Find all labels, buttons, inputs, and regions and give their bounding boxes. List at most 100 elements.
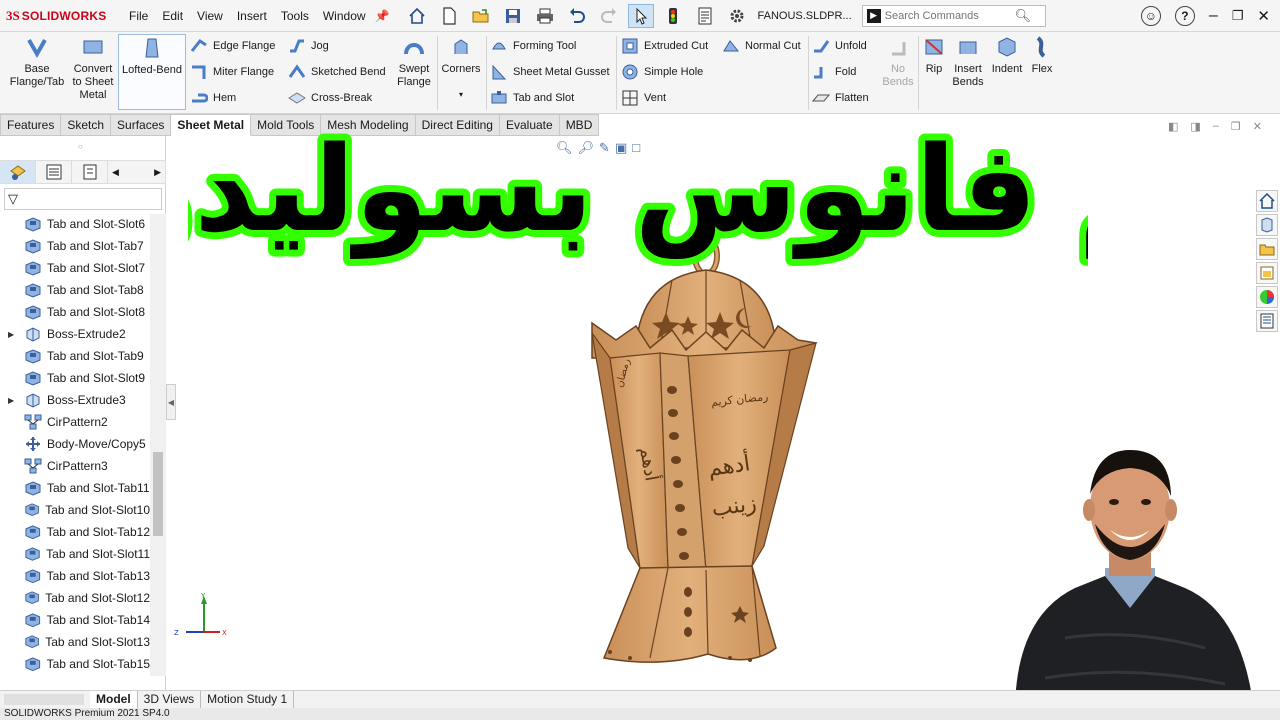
select-cursor-icon[interactable] bbox=[627, 3, 654, 28]
lofted-bend-button[interactable]: Lofted-Bend bbox=[118, 34, 186, 110]
dimxpert-tab-icon[interactable]: ◀ ▶ bbox=[108, 161, 166, 183]
panel-right-icon[interactable]: ◨ bbox=[1190, 120, 1200, 133]
tree-item[interactable]: Tab and Slot-Tab9 bbox=[0, 345, 150, 367]
solidworks-resources-icon[interactable] bbox=[1256, 190, 1278, 212]
gusset-button[interactable]: Sheet Metal Gusset bbox=[490, 62, 610, 82]
home-icon[interactable] bbox=[404, 4, 430, 28]
pane-grip-icon[interactable]: ○ bbox=[78, 142, 83, 151]
user-account-icon[interactable]: ☺ bbox=[1140, 6, 1161, 26]
solidworks-logo[interactable]: 3S SOLIDWORKS bbox=[0, 8, 122, 24]
design-library-icon[interactable] bbox=[1256, 214, 1278, 236]
tree-filter[interactable]: ▽ bbox=[4, 188, 162, 210]
redo-icon[interactable] bbox=[596, 4, 622, 28]
convert-sheet-metal-button[interactable]: Convert to Sheet Metal bbox=[70, 34, 116, 102]
restore-button[interactable]: ❐ bbox=[1232, 8, 1244, 24]
tab-model[interactable]: Model bbox=[90, 691, 138, 708]
configuration-manager-tab-icon[interactable] bbox=[72, 161, 108, 183]
tree-item[interactable]: Tab and Slot-Slot6 bbox=[0, 213, 150, 235]
pin-icon[interactable]: 📌 bbox=[375, 9, 390, 23]
custom-properties-icon[interactable] bbox=[1256, 310, 1278, 332]
tree-scrollbar[interactable] bbox=[150, 214, 166, 676]
rip-icon bbox=[925, 39, 943, 55]
tree-item[interactable]: Tab and Slot-Tab15 bbox=[0, 653, 150, 675]
appearances-icon[interactable] bbox=[1256, 286, 1278, 308]
sketched-bend-button[interactable]: Sketched Bend bbox=[288, 62, 386, 82]
tab-features[interactable]: Features bbox=[0, 114, 62, 136]
normal-cut-button[interactable]: Normal Cut bbox=[722, 36, 801, 56]
unfold-button[interactable]: Unfold bbox=[812, 36, 867, 56]
doc-minimize-button[interactable]: – bbox=[1213, 120, 1219, 133]
filter-icon[interactable]: ▽ bbox=[8, 191, 18, 207]
expand-arrow-icon[interactable]: ▶ bbox=[8, 330, 14, 339]
tab-motion-study[interactable]: Motion Study 1 bbox=[201, 691, 295, 708]
rebuild-icon[interactable] bbox=[660, 4, 686, 28]
options-gear-icon[interactable] bbox=[724, 4, 750, 28]
menu-edit[interactable]: Edit bbox=[155, 9, 190, 23]
menu-file[interactable]: File bbox=[122, 9, 155, 23]
help-icon[interactable]: ? bbox=[1174, 6, 1195, 26]
extruded-cut-button[interactable]: Extruded Cut bbox=[621, 36, 708, 56]
jog-button[interactable]: Jog bbox=[288, 36, 329, 56]
tree-item[interactable]: Tab and Slot-Slot11 bbox=[0, 543, 150, 565]
rip-button[interactable]: Rip bbox=[920, 34, 948, 76]
search-commands[interactable]: ▶ 🔍︎ bbox=[861, 4, 1046, 27]
fold-button[interactable]: Fold bbox=[812, 62, 856, 82]
tree-item[interactable]: CirPattern2 bbox=[0, 411, 150, 433]
lantern-model[interactable]: رمضان كريم أدهم زينب رمضان أدهم bbox=[580, 228, 820, 678]
panel-left-icon[interactable]: ◧ bbox=[1168, 120, 1178, 133]
tree-item[interactable]: ▶ Boss-Extrude3 bbox=[0, 389, 150, 411]
file-properties-icon[interactable] bbox=[692, 4, 718, 28]
tree-item[interactable]: Tab and Slot-Slot8 bbox=[0, 301, 150, 323]
tree-item[interactable]: Body-Move/Copy5 bbox=[0, 433, 150, 455]
scroll-right-icon[interactable]: ▶ bbox=[154, 167, 161, 178]
tree-item[interactable]: Tab and Slot-Tab8 bbox=[0, 279, 150, 301]
tree-item[interactable]: Tab and Slot-Tab7 bbox=[0, 235, 150, 257]
tab-surfaces[interactable]: Surfaces bbox=[111, 114, 172, 136]
menu-insert[interactable]: Insert bbox=[230, 9, 274, 23]
miter-flange-button[interactable]: Miter Flange bbox=[190, 62, 274, 82]
save-icon[interactable] bbox=[500, 4, 526, 28]
menu-tools[interactable]: Tools bbox=[274, 9, 316, 23]
minimize-button[interactable]: – bbox=[1209, 7, 1218, 25]
flex-button[interactable]: Flex bbox=[1028, 34, 1056, 76]
tree-item[interactable]: Tab and Slot-Slot13 bbox=[0, 631, 150, 653]
search-icon[interactable]: 🔍︎ bbox=[1015, 8, 1032, 24]
tree-item[interactable]: Tab and Slot-Tab13 bbox=[0, 565, 150, 587]
scroll-left-icon[interactable]: ◀ bbox=[112, 167, 119, 178]
horizontal-scrollbar[interactable] bbox=[4, 694, 84, 705]
presenter-photo bbox=[1014, 450, 1255, 720]
expand-arrow-icon[interactable]: ▶ bbox=[8, 396, 14, 405]
tab-sketch[interactable]: Sketch bbox=[61, 114, 112, 136]
doc-restore-button[interactable]: ❐ bbox=[1231, 120, 1241, 133]
tree-item[interactable]: ▶ Boss-Extrude2 bbox=[0, 323, 150, 345]
doc-close-button[interactable]: ✕ bbox=[1253, 120, 1262, 133]
tree-item[interactable]: CirPattern3 bbox=[0, 455, 150, 477]
edge-flange-button[interactable]: Edge Flange bbox=[190, 36, 275, 56]
simple-hole-button[interactable]: Simple Hole bbox=[621, 62, 703, 82]
tree-item[interactable]: Tab and Slot-Slot10 bbox=[0, 499, 150, 521]
property-manager-tab-icon[interactable] bbox=[36, 161, 72, 183]
tree-item[interactable]: Tab and Slot-Slot7 bbox=[0, 257, 150, 279]
tree-item[interactable]: Tab and Slot-Slot12 bbox=[0, 587, 150, 609]
print-icon[interactable] bbox=[532, 4, 558, 28]
new-document-icon[interactable] bbox=[436, 4, 462, 28]
search-input[interactable] bbox=[884, 9, 1015, 22]
close-button[interactable]: ✕ bbox=[1257, 7, 1270, 25]
tree-item[interactable]: Tab and Slot-Tab11 bbox=[0, 477, 150, 499]
collapse-pane-handle[interactable]: ◀ bbox=[166, 384, 176, 420]
open-folder-icon[interactable] bbox=[468, 4, 494, 28]
feature-manager-tab-icon[interactable] bbox=[0, 161, 36, 183]
indent-button[interactable]: Indent bbox=[988, 34, 1026, 76]
menu-window[interactable]: Window bbox=[316, 9, 373, 23]
file-explorer-icon[interactable] bbox=[1256, 238, 1278, 260]
menu-view[interactable]: View bbox=[190, 9, 230, 23]
undo-icon[interactable] bbox=[564, 4, 590, 28]
base-flange-button[interactable]: Base Flange/Tab bbox=[6, 34, 68, 89]
view-palette-icon[interactable] bbox=[1256, 262, 1278, 284]
tab-3d-views[interactable]: 3D Views bbox=[138, 691, 202, 708]
forming-tool-button[interactable]: Forming Tool bbox=[490, 36, 576, 56]
tree-item[interactable]: Tab and Slot-Slot9 bbox=[0, 367, 150, 389]
tree-item[interactable]: Tab and Slot-Tab12 bbox=[0, 521, 150, 543]
scroll-thumb[interactable] bbox=[153, 452, 163, 536]
tree-item[interactable]: Tab and Slot-Tab14 bbox=[0, 609, 150, 631]
